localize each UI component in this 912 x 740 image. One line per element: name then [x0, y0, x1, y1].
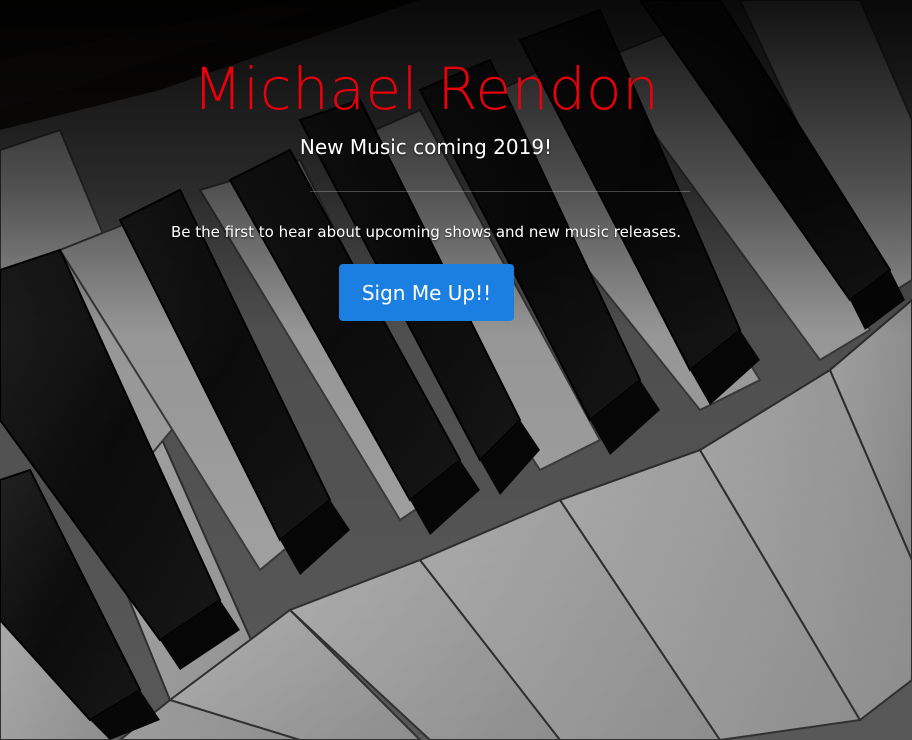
subtitle: New Music coming 2019!: [299, 135, 553, 159]
sign-me-up-button[interactable]: Sign Me Up!!: [339, 264, 514, 321]
tagline: Be the first to hear about upcoming show…: [170, 223, 682, 241]
hero-content: Michael Rendon New Music coming 2019! Be…: [0, 0, 912, 740]
hero-section: Michael Rendon New Music coming 2019! Be…: [0, 0, 912, 740]
page-title: Michael Rendon: [192, 55, 660, 123]
divider: [310, 191, 690, 192]
